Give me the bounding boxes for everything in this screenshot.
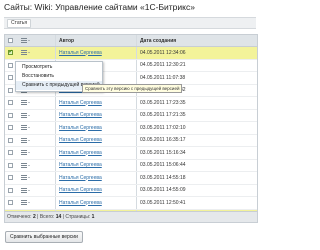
- row-menu-icon[interactable]: [21, 175, 30, 180]
- row-checkbox[interactable]: [8, 137, 13, 143]
- date-cell: 03.05.2011 17:23:35: [140, 99, 186, 106]
- author-link[interactable]: Наталья Сергеева: [59, 100, 102, 106]
- table-row[interactable]: Наталья Сергеева 03.05.2011 17:02:10: [5, 122, 257, 135]
- column-divider: [55, 122, 56, 134]
- table-row[interactable]: Наталья Сергеева 03.05.2011 17:23:35: [5, 97, 257, 110]
- column-divider: [136, 122, 137, 134]
- column-divider: [136, 147, 137, 159]
- table-row[interactable]: Наталья Сергеева 03.05.2011 15:06:44: [5, 159, 257, 172]
- column-divider: [136, 47, 137, 59]
- column-divider: [55, 197, 56, 209]
- table-row[interactable]: Наталья Сергеева 03.05.2011 12:50:41: [5, 197, 257, 210]
- date-cell: 03.05.2011 17:02:10: [140, 124, 186, 131]
- header-author[interactable]: Автор: [59, 38, 74, 44]
- row-menu-icon[interactable]: [21, 162, 30, 168]
- row-checkbox[interactable]: [8, 62, 13, 68]
- row-checkbox[interactable]: [8, 187, 13, 193]
- row-menu-icon[interactable]: [21, 125, 30, 130]
- table-footer: Отмечено: 2 | Всего: 14 | Страницы: 1: [4, 211, 258, 223]
- column-divider: [136, 159, 137, 171]
- date-cell: 03.05.2011 14:55:18: [140, 174, 186, 181]
- row-checkbox[interactable]: [8, 125, 13, 130]
- table-row[interactable]: Наталья Сергеева 03.05.2011 14:55:18: [5, 172, 257, 185]
- column-divider: [55, 47, 56, 59]
- column-divider: [136, 109, 137, 121]
- row-checkbox[interactable]: [8, 175, 13, 180]
- row-checkbox[interactable]: [8, 75, 13, 80]
- row-menu-icon[interactable]: [21, 200, 30, 205]
- date-cell: 03.05.2011 15:16:34: [140, 149, 186, 156]
- filter-tab-strip: Статья: [4, 17, 256, 29]
- page-title: Сайты: Wiki: Управление сайтами «1С-Битр…: [4, 2, 195, 12]
- table-row[interactable]: Наталья Сергеева 03.05.2011 16:35:17: [5, 134, 257, 147]
- compare-tooltip: Сравнить эту версию с предыдущей версией: [82, 84, 183, 93]
- column-divider: [55, 97, 56, 109]
- column-divider: [136, 172, 137, 184]
- row-checkbox[interactable]: [8, 49, 13, 55]
- column-divider: [55, 147, 56, 159]
- selected-label: Отмечено:: [7, 214, 32, 220]
- date-cell: 03.05.2011 17:21:35: [140, 112, 186, 118]
- date-cell: 04.05.2011 12:30:21: [140, 62, 186, 68]
- column-divider: [55, 134, 56, 146]
- row-checkbox[interactable]: [8, 112, 13, 118]
- row-menu-icon[interactable]: [21, 50, 30, 55]
- author-link[interactable]: Наталья Сергеева: [59, 125, 102, 131]
- date-cell: 03.05.2011 12:50:41: [140, 199, 186, 206]
- pages-count: 1: [91, 214, 95, 220]
- menu-item-view[interactable]: Просмотреть: [16, 63, 102, 72]
- author-link[interactable]: Наталья Сергеева: [59, 200, 102, 206]
- table-row[interactable]: Наталья Сергеева 03.05.2011 15:16:34: [5, 147, 257, 160]
- total-label: Всего:: [39, 214, 55, 220]
- column-divider: [55, 184, 56, 196]
- select-all-checkbox[interactable]: [8, 38, 13, 43]
- author-link[interactable]: Наталья Сергеева: [59, 175, 102, 181]
- row-checkbox[interactable]: [8, 87, 13, 93]
- author-link[interactable]: Наталья Сергеева: [59, 137, 102, 143]
- header-menu-icon[interactable]: [21, 38, 30, 43]
- table-row[interactable]: Наталья Сергеева 03.05.2011 14:55:09: [5, 184, 257, 197]
- row-checkbox[interactable]: [8, 200, 13, 205]
- author-link[interactable]: Наталья Сергеева: [59, 162, 102, 168]
- column-divider: [136, 97, 137, 109]
- date-cell: 03.05.2011 16:35:17: [140, 137, 186, 143]
- pages-label: Страницы:: [65, 214, 91, 220]
- column-divider: [136, 197, 137, 209]
- table-row[interactable]: Наталья Сергеева 04.05.2011 12:34:06: [5, 47, 257, 60]
- column-divider: [136, 72, 137, 84]
- row-checkbox[interactable]: [8, 162, 13, 168]
- row-menu-icon[interactable]: [21, 112, 30, 118]
- table-row[interactable]: Наталья Сергеева 03.05.2011 17:21:35: [5, 109, 257, 122]
- date-cell: 03.05.2011 14:55:09: [140, 187, 186, 193]
- author-link[interactable]: Наталья Сергеева: [59, 50, 102, 56]
- menu-item-restore[interactable]: Восстановить: [16, 72, 102, 81]
- row-menu-icon[interactable]: [21, 187, 30, 193]
- column-divider: [55, 109, 56, 121]
- filter-tab-article[interactable]: Статья: [7, 19, 32, 28]
- column-divider: [55, 35, 56, 46]
- header-date[interactable]: Дата создания: [140, 38, 176, 44]
- row-menu-icon[interactable]: [21, 137, 30, 143]
- table-header: Автор Дата создания: [5, 35, 257, 47]
- row-menu-icon[interactable]: [21, 150, 30, 155]
- total-count: 14: [55, 214, 62, 220]
- column-divider: [55, 172, 56, 184]
- column-divider: [136, 59, 137, 71]
- author-link[interactable]: Наталья Сергеева: [59, 187, 102, 193]
- column-divider: [136, 134, 137, 146]
- column-divider: [136, 35, 137, 46]
- row-checkbox[interactable]: [8, 150, 13, 155]
- author-link[interactable]: Наталья Сергеева: [59, 112, 102, 118]
- date-cell: 04.05.2011 11:07:38: [140, 74, 186, 81]
- column-divider: [55, 159, 56, 171]
- author-link[interactable]: Наталья Сергеева: [59, 150, 102, 156]
- compare-selected-button[interactable]: Сравнить выбранные версии: [5, 231, 83, 243]
- row-menu-icon[interactable]: [21, 100, 30, 105]
- selected-count: 2: [32, 214, 36, 220]
- date-cell: 03.05.2011 15:06:44: [140, 162, 186, 168]
- date-cell: 04.05.2011 12:34:06: [140, 49, 186, 56]
- column-divider: [136, 184, 137, 196]
- row-checkbox[interactable]: [8, 100, 13, 105]
